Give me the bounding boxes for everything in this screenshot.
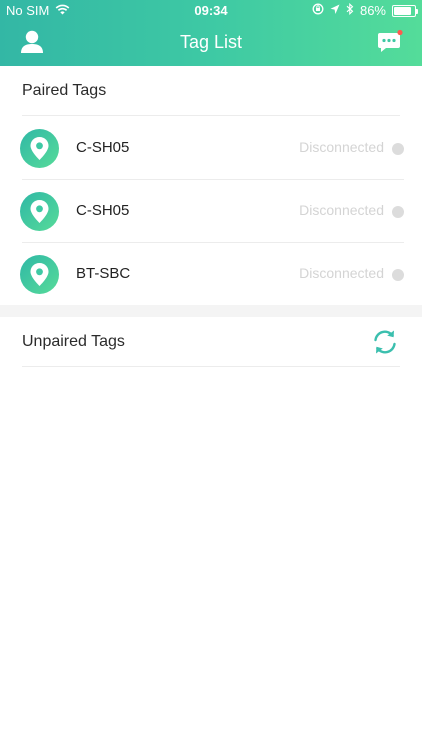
status-right: 86% [306, 2, 418, 18]
tag-connection-status: Disconnected [299, 265, 384, 281]
location-arrow-icon [330, 3, 340, 18]
notification-dot [397, 29, 403, 36]
location-pin-icon [30, 137, 49, 160]
tag-row[interactable]: BT-SBC Disconnected [0, 243, 422, 306]
tag-row[interactable]: C-SH05 Disconnected [0, 117, 422, 180]
tag-row-inner: C-SH05 Disconnected [20, 117, 404, 180]
tag-avatar [20, 192, 59, 231]
tag-row[interactable]: C-SH05 Disconnected [0, 180, 422, 243]
tag-avatar [20, 255, 59, 294]
refresh-icon [374, 330, 396, 354]
paired-tags-title: Paired Tags [22, 81, 107, 99]
tag-row-inner: BT-SBC Disconnected [20, 243, 404, 306]
app-header: No SIM 09:34 86% Tag List [0, 0, 422, 66]
tag-name: C-SH05 [76, 139, 130, 156]
tag-connection-status: Disconnected [299, 139, 384, 155]
unpaired-tags-header: Unpaired Tags [22, 317, 400, 367]
battery-fill [394, 6, 412, 15]
location-pin-icon [30, 200, 49, 223]
bluetooth-icon [346, 2, 354, 18]
refresh-button[interactable] [370, 327, 400, 357]
status-dot [392, 269, 404, 281]
status-dot [392, 206, 404, 218]
chat-bubble-icon [378, 29, 403, 52]
section-divider [0, 305, 422, 317]
tag-avatar [20, 129, 59, 168]
unpaired-tags-title: Unpaired Tags [22, 332, 125, 350]
paired-tags-header: Paired Tags [22, 66, 400, 116]
status-bar: No SIM 09:34 86% [0, 0, 422, 22]
status-dot [392, 143, 404, 155]
tag-row-inner: C-SH05 Disconnected [20, 180, 404, 243]
battery-percent: 86% [359, 3, 386, 18]
messages-button[interactable] [376, 29, 404, 55]
rotation-lock-icon [312, 3, 324, 18]
tag-connection-status: Disconnected [299, 202, 384, 218]
page-title: Tag List [179, 32, 243, 52]
tag-name: BT-SBC [76, 265, 131, 282]
tag-name: C-SH05 [76, 202, 130, 219]
battery-icon [392, 4, 418, 17]
location-pin-icon [30, 263, 49, 286]
